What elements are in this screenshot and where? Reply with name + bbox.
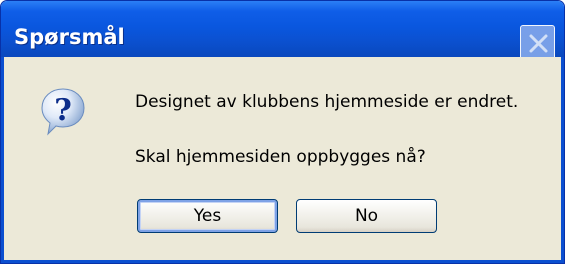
no-button[interactable]: No: [296, 199, 437, 233]
window-frame-bottom: [1, 260, 564, 263]
dialog-body: ? Designet av klubbens hjemmeside er end…: [4, 57, 561, 260]
close-icon: [529, 34, 548, 53]
dialog-title: Spørsmål: [14, 25, 125, 49]
yes-button[interactable]: Yes: [137, 199, 278, 233]
title-bar[interactable]: Spørsmål: [1, 1, 564, 60]
question-dialog: Spørsmål ? Designet av klubbens hjemmesi…: [0, 0, 565, 264]
message-line-1: Designet av klubbens hjemmeside er endre…: [135, 92, 519, 112]
svg-text:?: ?: [54, 93, 72, 128]
message-line-2: Skal hjemmesiden oppbygges nå?: [135, 147, 426, 167]
question-icon: ?: [41, 88, 85, 136]
close-button[interactable]: [520, 25, 555, 60]
window-frame-right: [561, 57, 564, 263]
